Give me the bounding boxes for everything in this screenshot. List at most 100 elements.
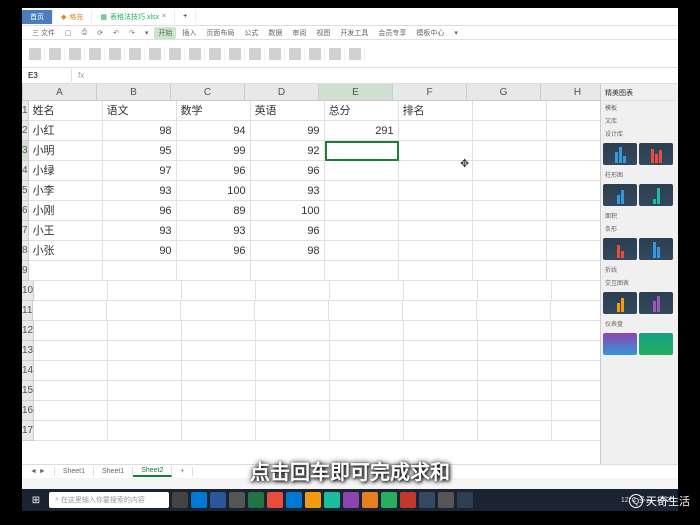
task-icon[interactable] <box>324 492 340 508</box>
panel-cat-2[interactable]: 设计库 <box>603 127 676 140</box>
column-header[interactable]: E <box>319 84 393 101</box>
cell[interactable] <box>251 261 325 281</box>
cell[interactable] <box>547 221 600 241</box>
column-header[interactable]: B <box>97 84 171 101</box>
start-button[interactable]: ⊞ <box>26 490 46 510</box>
freeze-icon[interactable] <box>309 48 321 60</box>
panel-cat-7[interactable]: 交互图表 <box>603 276 676 289</box>
cell[interactable] <box>256 381 330 401</box>
menu-item[interactable]: 三 文件 <box>28 27 59 39</box>
cell[interactable]: 100 <box>177 181 251 201</box>
align-icon[interactable] <box>109 48 121 60</box>
cell[interactable]: 100 <box>251 201 325 221</box>
cell[interactable]: 96 <box>177 241 251 261</box>
cell[interactable] <box>547 101 600 121</box>
cell[interactable]: 小刚 <box>29 201 103 221</box>
cell[interactable] <box>108 421 182 441</box>
row-icon[interactable] <box>289 48 301 60</box>
cell[interactable] <box>473 201 547 221</box>
cell[interactable] <box>473 261 547 281</box>
cell[interactable] <box>547 141 600 161</box>
panel-cat-3[interactable]: 柱形图 <box>603 168 676 181</box>
panel-cat-4[interactable]: 面积 <box>603 209 676 222</box>
menu-item[interactable]: 数据 <box>264 27 286 39</box>
cell[interactable] <box>478 361 552 381</box>
cell[interactable]: 数学 <box>177 101 251 121</box>
cell[interactable] <box>325 201 399 221</box>
cell[interactable]: 90 <box>103 241 177 261</box>
tab-browser[interactable]: ◆格充 <box>53 10 92 24</box>
panel-cat-5[interactable]: 条形 <box>603 222 676 235</box>
tab-file[interactable]: ▦表格法技巧.xlsx× <box>92 10 175 24</box>
name-box[interactable]: E3 <box>22 69 72 82</box>
cell[interactable] <box>107 301 181 321</box>
cell[interactable] <box>256 421 330 441</box>
chart-thumb[interactable] <box>639 143 673 165</box>
cell[interactable] <box>33 301 107 321</box>
menu-item[interactable]: ▾ <box>450 28 462 38</box>
task-icon[interactable] <box>267 492 283 508</box>
task-icon[interactable] <box>457 492 473 508</box>
chart-thumb[interactable] <box>603 292 637 314</box>
cell[interactable]: 98 <box>103 121 177 141</box>
cell[interactable] <box>256 361 330 381</box>
cell[interactable]: 291 <box>325 121 399 141</box>
task-icon[interactable] <box>248 492 264 508</box>
menu-item[interactable]: ↷ <box>125 28 139 38</box>
cell[interactable]: 小红 <box>29 121 103 141</box>
cell[interactable] <box>325 141 399 161</box>
cell[interactable]: 小张 <box>29 241 103 261</box>
cell[interactable] <box>330 281 404 301</box>
menu-item[interactable]: 开始 <box>154 27 176 39</box>
spreadsheet-grid[interactable]: ABCDEFGH 1姓名语文数学英语总分排名2小红9894992913小明959… <box>22 84 600 464</box>
cell[interactable]: 小明 <box>29 141 103 161</box>
cell[interactable] <box>255 301 329 321</box>
cell[interactable] <box>256 401 330 421</box>
cell[interactable] <box>330 421 404 441</box>
cell[interactable] <box>547 261 600 281</box>
task-icon[interactable] <box>286 492 302 508</box>
task-icon[interactable] <box>210 492 226 508</box>
column-header[interactable]: G <box>467 84 541 101</box>
cell[interactable] <box>34 321 108 341</box>
cell[interactable]: 97 <box>103 161 177 181</box>
cell[interactable] <box>403 301 477 321</box>
row-header[interactable]: 16 <box>22 401 34 421</box>
cell[interactable] <box>182 281 256 301</box>
row-header[interactable]: 10 <box>22 281 34 301</box>
filter-icon[interactable] <box>249 48 261 60</box>
cell[interactable]: 93 <box>251 181 325 201</box>
column-header[interactable]: A <box>23 84 97 101</box>
cell[interactable] <box>256 281 330 301</box>
tab-home[interactable]: 首页 <box>22 10 53 24</box>
conditional-icon[interactable] <box>189 48 201 60</box>
task-icon[interactable] <box>438 492 454 508</box>
cell[interactable]: 95 <box>103 141 177 161</box>
cell[interactable]: 姓名 <box>29 101 103 121</box>
cell[interactable] <box>182 401 256 421</box>
menu-item[interactable]: ↶ <box>109 28 123 38</box>
cell[interactable]: 排名 <box>399 101 473 121</box>
cell[interactable] <box>108 321 182 341</box>
cell[interactable] <box>256 321 330 341</box>
task-icon[interactable] <box>172 492 188 508</box>
cell[interactable]: 89 <box>177 201 251 221</box>
column-header[interactable]: F <box>393 84 467 101</box>
cell[interactable] <box>34 401 108 421</box>
menu-item[interactable]: 模板中心 <box>412 27 448 39</box>
cell[interactable]: 93 <box>177 221 251 241</box>
cell[interactable] <box>325 181 399 201</box>
chart-thumb[interactable] <box>639 333 673 355</box>
chart-thumb[interactable] <box>639 184 673 206</box>
cell[interactable]: 92 <box>251 141 325 161</box>
sort-icon[interactable] <box>229 48 241 60</box>
cell[interactable] <box>34 341 108 361</box>
cell[interactable] <box>478 401 552 421</box>
cell[interactable] <box>108 281 182 301</box>
cell[interactable]: 93 <box>103 221 177 241</box>
fill-icon[interactable] <box>269 48 281 60</box>
cell[interactable] <box>103 261 177 281</box>
chart-thumb[interactable] <box>639 292 673 314</box>
cell[interactable] <box>330 401 404 421</box>
cell[interactable] <box>34 281 108 301</box>
